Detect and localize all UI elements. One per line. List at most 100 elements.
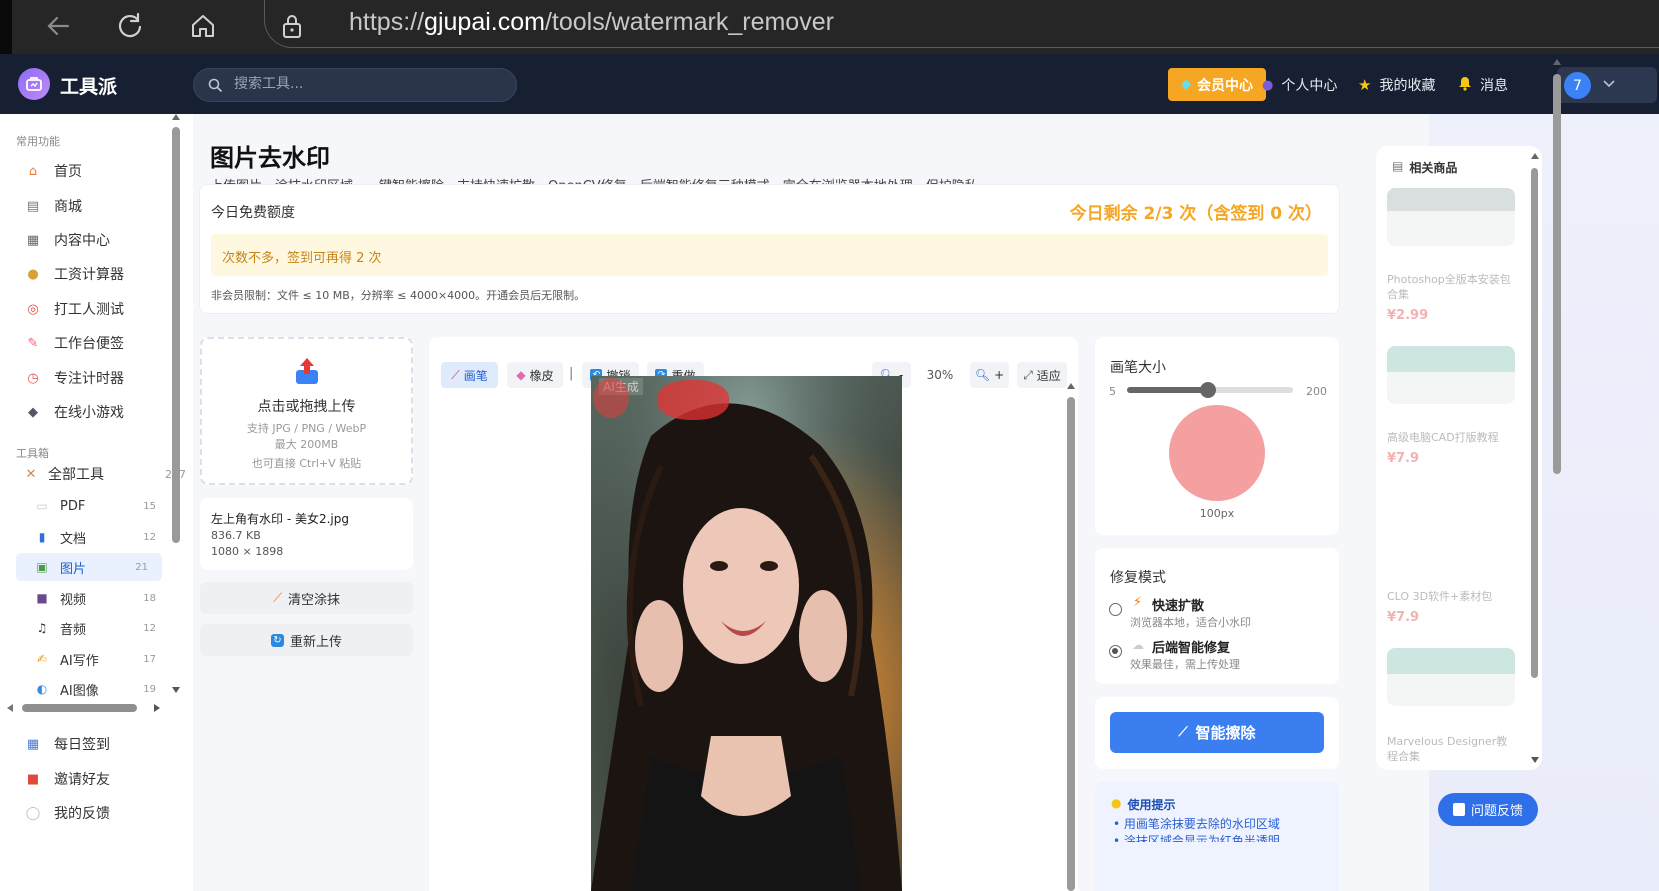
file-name: 左上角有水印 - 美女2.jpg — [211, 512, 349, 526]
fit-button[interactable]: ⤢ 适应 — [1017, 362, 1067, 388]
sidebar-item-salary[interactable]: ● 工资计算器 — [24, 259, 124, 289]
gift-icon: ■ — [26, 771, 40, 787]
search-box[interactable] — [193, 68, 517, 102]
sidebar-item-games[interactable]: ◆ 在线小游戏 — [24, 397, 124, 427]
tips-title-text: 使用提示 — [1127, 798, 1176, 812]
clear-strokes-button[interactable]: ⟋ 清空涂抹 — [200, 582, 413, 614]
reload-icon[interactable] — [112, 8, 148, 44]
portrait-illustration — [591, 376, 902, 891]
feedback-button[interactable]: 问题反馈 — [1438, 793, 1538, 826]
quota-limit: 非会员限制：文件 ≤ 10 MB，分辨率 ≤ 4000×4000。开通会员后无限… — [211, 289, 586, 302]
reupload-label: 重新上传 — [289, 634, 342, 650]
toolbar-separator: | — [569, 366, 574, 381]
sidebar-item-invite[interactable]: ■ 邀请好友 — [24, 764, 110, 794]
count-badge: 19 — [143, 683, 156, 695]
brush-stroke — [657, 380, 729, 420]
favorites-link[interactable]: ★ 我的收藏 — [1358, 75, 1435, 95]
slider-fill — [1127, 387, 1208, 393]
logo-icon[interactable] — [18, 68, 50, 100]
pdf-icon: ▭ — [36, 499, 48, 513]
back-icon[interactable] — [40, 8, 76, 44]
sidebar-item-ai-writing[interactable]: ✍ AI写作 17 — [34, 645, 170, 673]
sidebar-scrollbar-thumb[interactable] — [172, 127, 180, 543]
sidebar-item-content[interactable]: ▦ 内容中心 — [24, 225, 110, 255]
vip-center-button[interactable]: ◆ 会员中心 — [1168, 68, 1266, 101]
sidebar-item-label: 商城 — [54, 199, 82, 215]
related-scrollbar-thumb[interactable] — [1531, 168, 1538, 678]
related-title-text: 相关商品 — [1409, 161, 1458, 175]
brush-tool-button[interactable]: ⟋ 画笔 — [441, 362, 498, 388]
lightbulb-icon: ● — [1111, 796, 1122, 810]
search-input[interactable] — [234, 76, 494, 92]
sidebar-item-all-tools[interactable]: ✕全部工具207 — [22, 459, 186, 489]
page-scroll-up-icon[interactable] — [1552, 58, 1562, 66]
slider-thumb[interactable] — [1199, 382, 1216, 398]
sidebar-item-images[interactable]: ▣ 图片 21 — [16, 553, 162, 581]
page-title: 图片去水印 — [210, 144, 330, 172]
zoom-in-button[interactable]: 🔍︎ + — [970, 362, 1009, 388]
sidebar-item-ai-image[interactable]: ◐ AI图像 19 — [34, 675, 170, 703]
reupload-button[interactable]: ↻ 重新上传 — [200, 624, 413, 656]
messages-link[interactable]: 消息 — [1458, 75, 1508, 95]
sidebar-item-label: PDF — [60, 498, 86, 514]
canvas-scroll-up-icon[interactable] — [1066, 382, 1076, 390]
brand-name[interactable]: 工具派 — [60, 72, 117, 99]
page-scrollbar-thumb[interactable] — [1553, 74, 1561, 474]
product-price: ¥2.99 — [1387, 308, 1429, 323]
url-path: /tools/watermark_remover — [544, 8, 834, 36]
sidebar-item-timer[interactable]: ◷ 专注计时器 — [24, 363, 124, 393]
pencil-icon: ✍ — [36, 652, 48, 666]
sidebar-item-notes[interactable]: ✎ 工作台便签 — [24, 328, 124, 358]
url-text[interactable]: https://gjupai.com/tools/watermark_remov… — [349, 8, 834, 37]
scroll-up-icon[interactable] — [171, 113, 181, 121]
sidebar-item-video[interactable]: ■ 视频 18 — [34, 584, 170, 612]
count-badge: 12 — [143, 622, 156, 634]
personal-center-link[interactable]: ● 个人中心 — [1262, 75, 1337, 95]
smart-erase-button[interactable]: ⟋ 智能擦除 — [1110, 712, 1324, 753]
product-title: 高级电脑CAD打版教程 — [1387, 431, 1499, 444]
related-scroll-down-icon[interactable] — [1530, 756, 1540, 764]
sidebar-item-shop[interactable]: ▤ 商城 — [24, 191, 82, 221]
sidebar-item-checkin[interactable]: ▦ 每日签到 — [24, 729, 110, 759]
messages-label: 消息 — [1480, 78, 1508, 94]
film-icon: ■ — [36, 591, 48, 605]
quota-label: 今日免费额度 — [211, 205, 295, 221]
count-badge: 17 — [143, 653, 156, 665]
home-icon[interactable] — [185, 8, 221, 44]
chevron-down-icon[interactable] — [1603, 80, 1615, 88]
eraser-tool-button[interactable]: ◆ 橡皮 — [507, 362, 563, 388]
scroll-down-icon[interactable] — [171, 686, 181, 694]
related-scroll-up-icon[interactable] — [1530, 152, 1540, 160]
mode-radio-backend[interactable] — [1109, 645, 1122, 658]
sidebar-item-home[interactable]: ⌂ 首页 — [24, 156, 82, 186]
sidebar-item-label: 文档 — [60, 531, 87, 547]
target-icon: ◎ — [27, 301, 39, 317]
image-icon: ▣ — [36, 560, 48, 574]
canvas-scrollbar-thumb[interactable] — [1067, 397, 1075, 891]
scroll-right-icon[interactable] — [153, 703, 161, 713]
magnifier-plus-icon: 🔍︎ — [974, 368, 991, 382]
sidebar-item-label: 全部工具 — [48, 467, 104, 483]
upload-max: 最大 200MB — [274, 438, 339, 451]
brush-size-value: 100px — [1199, 507, 1235, 520]
edited-photo[interactable]: AI生成 — [591, 376, 902, 891]
product-card[interactable]: Photoshop全版本安装包合集 ¥2.99 — [1387, 188, 1515, 323]
quota-remaining: 今日剩余 2/3 次（含签到 0 次） — [1069, 204, 1322, 224]
mode-radio-fast[interactable] — [1109, 603, 1122, 616]
brush-size-slider[interactable] — [1127, 382, 1293, 398]
fit-label: 适应 — [1036, 368, 1061, 383]
sidebar-item-test[interactable]: ◎ 打工人测试 — [24, 294, 124, 324]
product-card[interactable]: CLO 3D软件+素材包 ¥7.9 — [1387, 505, 1515, 625]
scroll-left-icon[interactable] — [6, 703, 14, 713]
sidebar-item-audio[interactable]: ♫ 音频 12 — [34, 614, 170, 642]
sidebar-item-label: 工资计算器 — [54, 267, 124, 283]
product-card[interactable]: 高级电脑CAD打版教程 ¥7.9 — [1387, 346, 1515, 466]
product-card[interactable]: Marvelous Designer教程合集 — [1387, 648, 1515, 764]
sidebar-hscrollbar-thumb[interactable] — [22, 704, 137, 712]
avatar[interactable]: 7 — [1564, 72, 1591, 99]
sidebar-item-pdf[interactable]: ▭ PDF 15 — [34, 492, 170, 520]
brush-preview — [1169, 405, 1265, 501]
zoom-level: 30% — [926, 368, 954, 382]
sidebar-item-feedback[interactable]: ◯ 我的反馈 — [24, 798, 110, 828]
sidebar-item-docs[interactable]: ▮ 文档 12 — [34, 523, 170, 551]
